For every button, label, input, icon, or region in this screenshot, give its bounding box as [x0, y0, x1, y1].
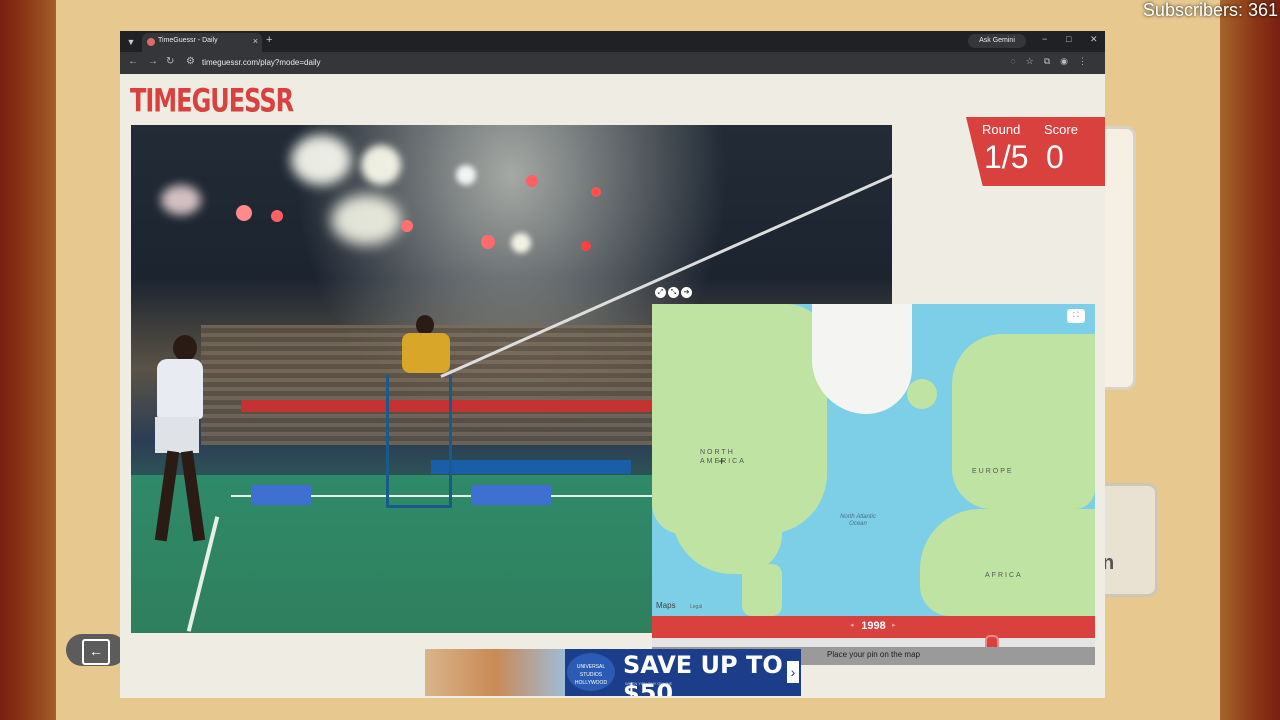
ad-next-icon[interactable]: › [787, 661, 799, 683]
map-size-controls: ⤢ ⤡ ➔ [652, 285, 700, 301]
map-label-ocean: North Atlantic Ocean [840, 514, 876, 527]
score-value: 0 [1046, 139, 1064, 175]
frame-right [1220, 0, 1280, 720]
tab-title: TimeGuessr - Daily [158, 37, 218, 44]
page-content: TIMEGUESSR Round Score 1/5 0 ⤢ ⤡ ➔ NORTH… [120, 74, 1105, 698]
ad-subline: WHEN YOU BUY ONLINE [625, 681, 673, 686]
sponsor-banner [241, 400, 671, 412]
round-label: Round [982, 122, 1021, 137]
back-arrow-icon[interactable]: ← [128, 56, 138, 67]
tab-close-icon[interactable]: × [253, 36, 258, 46]
ad-logo: UNIVERSAL STUDIOS HOLLYWOOD [567, 653, 615, 691]
site-info-icon[interactable]: ⚙ [186, 56, 195, 67]
umpire-chair [386, 375, 452, 508]
minimize-button[interactable]: − [1042, 34, 1047, 44]
map-legal-link[interactable]: Legal [690, 604, 702, 610]
tab-bar: ▼ TimeGuessr - Daily × + Ask Gemini − □ … [120, 31, 1105, 52]
umpire [396, 315, 456, 375]
tab-search-icon[interactable]: ▼ [124, 35, 138, 49]
shrink-map-icon[interactable]: ⤡ [668, 287, 679, 298]
ad-photo [425, 649, 565, 696]
apple-maps-logo: Maps [656, 601, 676, 610]
year-slider-track[interactable] [652, 638, 1095, 647]
new-tab-button[interactable]: + [266, 34, 272, 46]
seats [251, 485, 311, 505]
year-value: 1998 [861, 620, 886, 632]
close-window-button[interactable]: ✕ [1090, 34, 1098, 45]
ad-headline: SAVE UP TO $50 [623, 651, 783, 696]
url-field[interactable]: timeguessr.com/play?mode=daily [202, 58, 321, 67]
favicon-icon [147, 38, 155, 46]
ask-gemini-button[interactable]: Ask Gemini [968, 34, 1026, 48]
world-map[interactable]: NORTH AMERICA EUROPE AFRICA North Atlant… [652, 304, 1095, 616]
cursor-crosshair-icon: + [718, 454, 726, 468]
expand-map-icon[interactable]: ⤢ [655, 287, 666, 298]
subscriber-count: Subscribers: 361 [1142, 0, 1278, 20]
year-increase-icon[interactable]: ▸ [892, 621, 896, 629]
address-bar: ← → ↻ ⚙ timeguessr.com/play?mode=daily ◌… [120, 52, 1105, 74]
map-layers-button[interactable]: ⛶ [1067, 309, 1085, 323]
sponsor-banner-lower [431, 460, 631, 474]
tab-timeguessr[interactable]: TimeGuessr - Daily × [142, 33, 262, 52]
map-panel: ⤢ ⤡ ➔ NORTH AMERICA EUROPE AFRICA North … [652, 285, 1095, 665]
browser-window: ▼ TimeGuessr - Daily × + Ask Gemini − □ … [120, 31, 1105, 698]
timeguessr-logo[interactable]: TIMEGUESSR [130, 82, 294, 120]
pin-map-icon[interactable]: ➔ [681, 287, 692, 298]
map-label-europe: EUROPE [972, 468, 1014, 475]
frame-left [0, 0, 60, 720]
background-button [1096, 483, 1158, 597]
exit-icon[interactable]: ← [82, 639, 110, 665]
seats [471, 485, 551, 505]
arena-stands [201, 325, 721, 445]
score-label: Score [1044, 122, 1078, 137]
maximize-button[interactable]: □ [1066, 34, 1071, 44]
toolbar-icons[interactable]: ◌☆⧉◉⋮ [1010, 56, 1097, 67]
round-score-card: Round Score 1/5 0 [966, 117, 1105, 186]
reload-icon[interactable]: ↻ [166, 56, 174, 67]
map-label-africa: AFRICA [985, 572, 1023, 579]
round-value: 1/5 [984, 139, 1029, 175]
advertisement-banner[interactable]: UNIVERSAL STUDIOS HOLLYWOOD SAVE UP TO $… [425, 649, 801, 696]
forward-arrow-icon[interactable]: → [148, 56, 158, 67]
badminton-player [151, 335, 221, 555]
year-display: ◂ 1998 ▸ [652, 616, 1095, 638]
